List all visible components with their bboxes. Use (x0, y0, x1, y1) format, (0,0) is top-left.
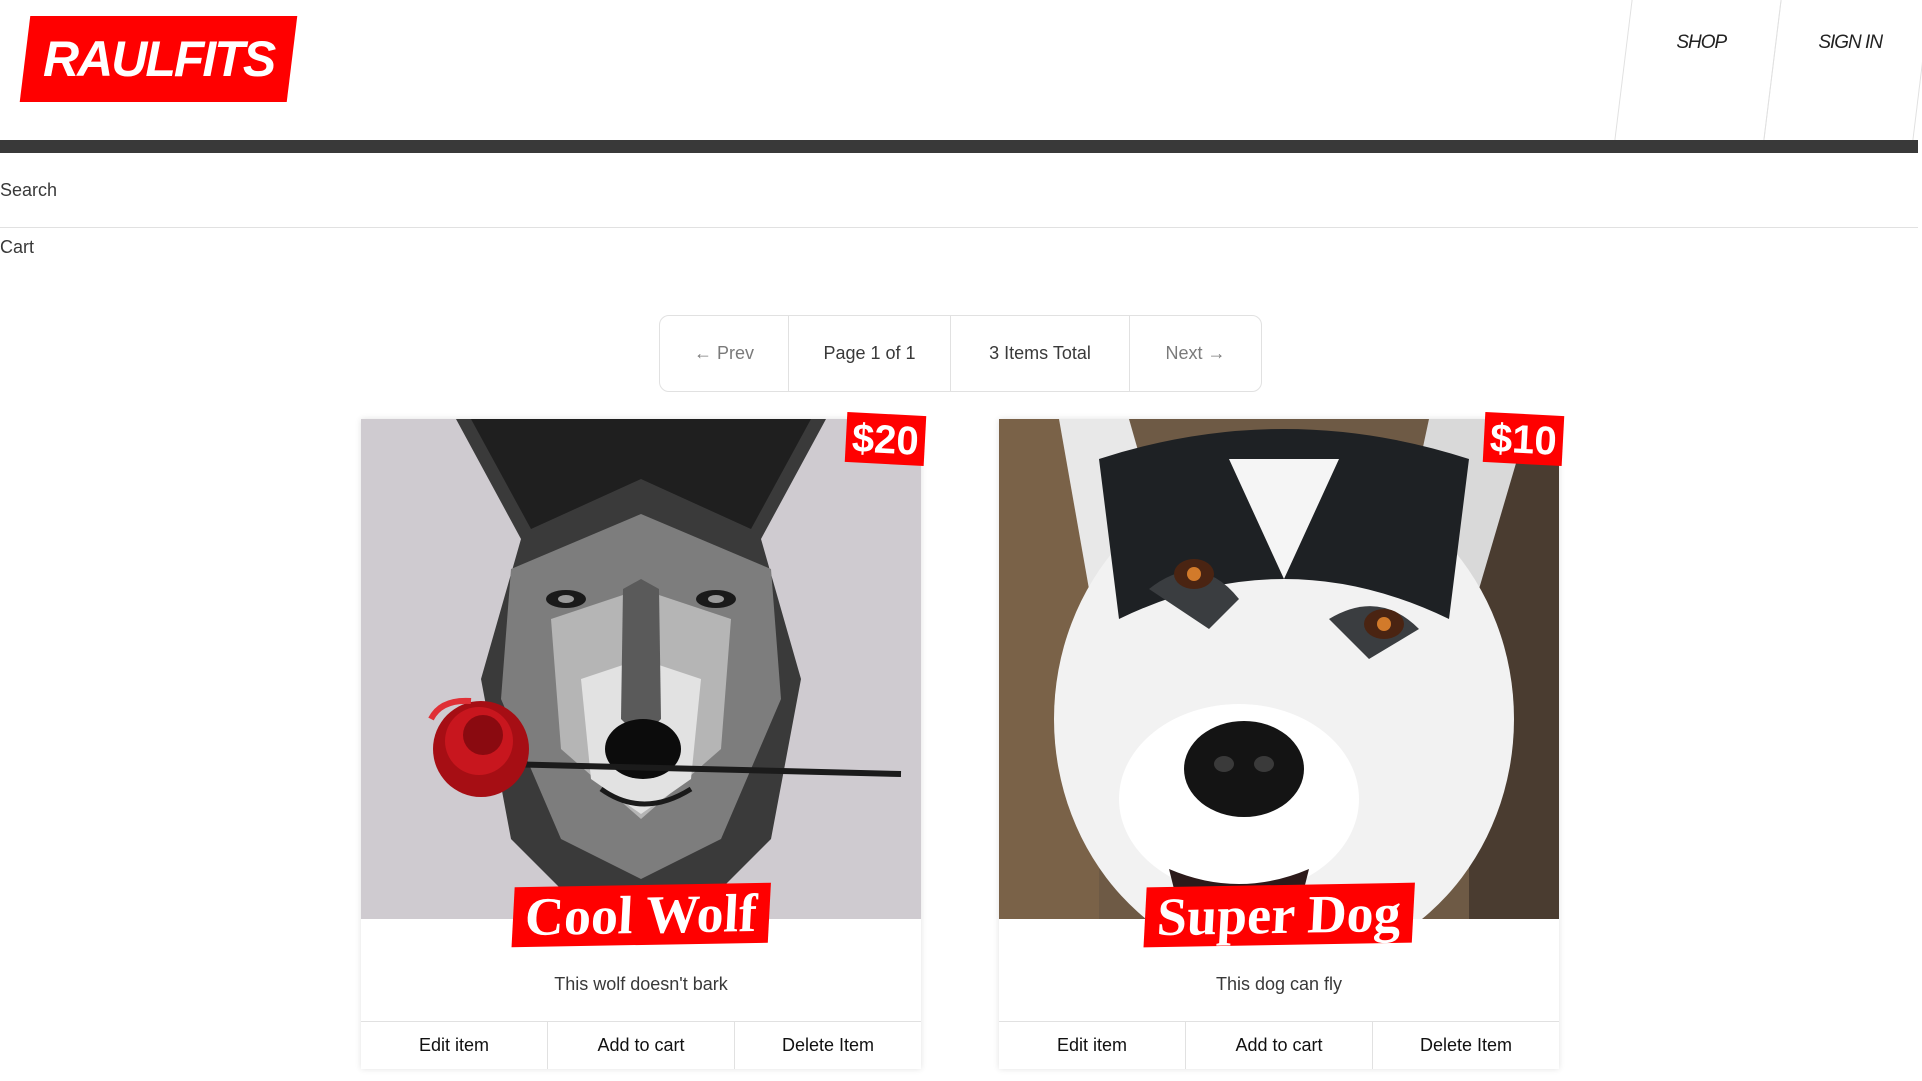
add-to-cart-button[interactable]: Add to cart (1186, 1022, 1373, 1069)
price-tag: $10 (1482, 411, 1565, 467)
price-tag: $20 (844, 411, 927, 467)
pagination: ← Prev Page 1 of 1 3 Items Total Next → (659, 315, 1262, 392)
next-page-link[interactable]: Next → (1130, 316, 1261, 391)
site-logo[interactable]: RAULFITS (19, 16, 298, 102)
product-title-text: Super Dog (1155, 882, 1403, 948)
card-actions: Edit item Add to cart Delete Item (999, 1021, 1559, 1069)
site-header: RAULFITS SHOP SIGN IN (0, 0, 1922, 140)
edit-item-button[interactable]: Edit item (361, 1022, 548, 1069)
husky-dog-image[interactable] (999, 419, 1559, 919)
edit-item-button[interactable]: Edit item (999, 1022, 1186, 1069)
delete-item-button[interactable]: Delete Item (735, 1022, 921, 1069)
product-description: This dog can fly (1215, 974, 1343, 994)
product-title-text: Cool Wolf (523, 882, 759, 948)
nav-shop-label: SHOP (1676, 32, 1727, 53)
wolf-with-rose-image[interactable] (361, 419, 921, 919)
search-link[interactable]: Search (0, 180, 57, 201)
product-description: This wolf doesn't bark (554, 974, 728, 994)
header-divider-bar (0, 140, 1918, 153)
logo-text: RAULFITS (42, 31, 275, 87)
product-title[interactable]: Cool Wolf (511, 882, 771, 948)
items-total: 3 Items Total (951, 316, 1130, 391)
product-card: $20 Cool Wolf This wolf doesn't bark Edi… (361, 411, 927, 1069)
delete-item-button[interactable]: Delete Item (1373, 1022, 1559, 1069)
product-title[interactable]: Super Dog (1143, 882, 1415, 948)
main-nav: SHOP SIGN IN (1614, 0, 1922, 140)
nav-sign-in[interactable]: SIGN IN (1763, 0, 1922, 140)
card-actions: Edit item Add to cart Delete Item (361, 1021, 921, 1069)
cart-row[interactable]: Cart (0, 232, 34, 262)
page-indicator: Page 1 of 1 (789, 316, 951, 391)
nav-sign-in-label: SIGN IN (1818, 32, 1883, 53)
cart-link[interactable]: Cart (0, 237, 34, 258)
search-row[interactable]: Search (0, 154, 1918, 228)
prev-page-link[interactable]: ← Prev (660, 316, 789, 391)
add-to-cart-button[interactable]: Add to cart (548, 1022, 735, 1069)
nav-shop[interactable]: SHOP (1614, 0, 1782, 140)
product-card: $10 Super Dog This dog can fly Edit item… (999, 411, 1565, 1069)
